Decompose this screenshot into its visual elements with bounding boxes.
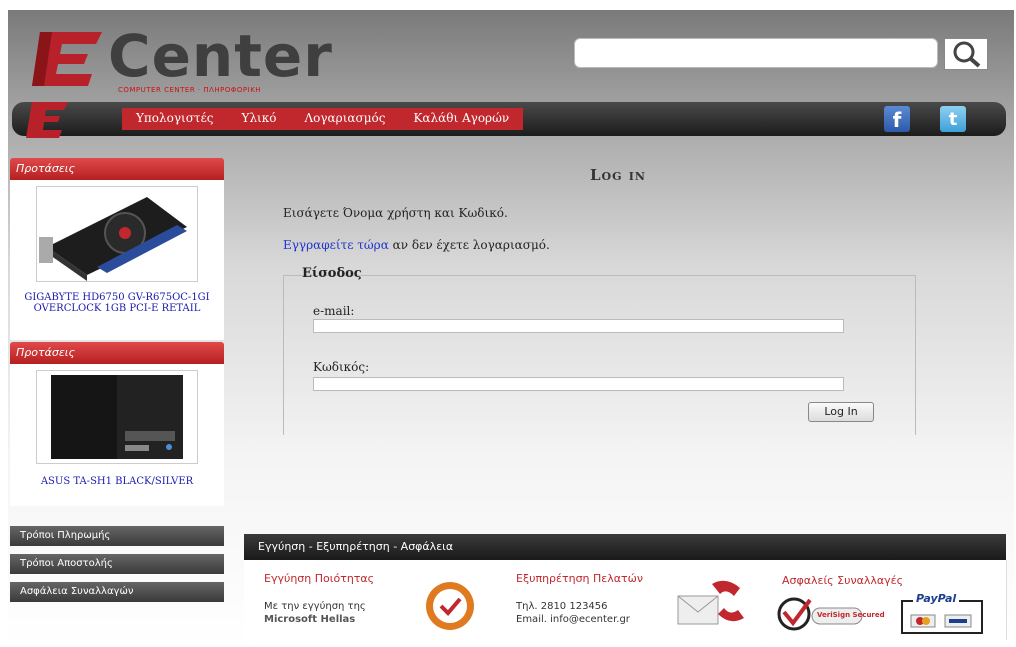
sidebar-link-security[interactable]: Ασφάλεια Συναλλαγών [10,582,224,602]
support-title: Εξυπηρέτηση Πελατών [516,572,643,585]
footer-support-panel: Εξυπηρέτηση Πελατών Τηλ. 2810 123456 Ema… [498,560,757,640]
footer-secure-panel: Ασφαλείς Συναλλαγές VeriSign Secured Pay… [756,560,1007,640]
register-text: αν δεν έχετε λογαριασμό. [388,238,550,252]
logo-text: Center [108,22,333,90]
nav-item-hardware[interactable]: Υλικό [228,108,291,130]
product-image-pc-case[interactable] [36,370,198,464]
support-phone: Τηλ. 2810 123456 [516,601,608,612]
footer-bar-title: Εγγύηση - Εξυπηρέτηση - Ασφάλεια [244,534,1006,560]
navbar-logo-icon[interactable] [26,102,72,138]
password-field[interactable] [313,377,844,391]
product-name-link[interactable]: GIGABYTE HD6750 GV-R675OC-1GI OVERCLOCK … [10,292,224,314]
search-input[interactable] [574,38,938,68]
login-instructions: Εισάγετε Όνομα χρήστη και Κωδικό. [283,206,508,220]
nav-menu: Υπολογιστές Υλικό Λογαριασμός Καλάθι Αγο… [122,108,524,130]
logo-tagline: COMPUTER CENTER · ΠΛΗΡΟΦΟΡΙΚΗ [118,86,262,94]
product-image-graphics-card[interactable] [36,186,198,282]
main-navbar: Υπολογιστές Υλικό Λογαριασμός Καλάθι Αγο… [12,102,1006,138]
product-name-link[interactable]: ASUS TA-SH1 BLACK/SILVER [10,476,224,487]
sidebar-link-shipping[interactable]: Τρόποι Αποστολής [10,554,224,574]
search-icon [953,41,981,68]
nav-item-account[interactable]: Λογαριασμός [290,108,399,130]
sidebar-section-title: Προτάσεις [10,342,224,364]
search-button[interactable] [944,38,988,70]
logo-e-mark-icon [32,32,102,86]
footer-warranty-panel: Εγγύηση Ποιότητας Με την εγγύηση της Mic… [244,560,499,640]
paypal-label: PayPal [913,592,960,605]
facebook-icon[interactable]: f [884,106,910,132]
email-label: e-mail: [313,304,355,318]
nav-item-computers[interactable]: Υπολογιστές [122,108,228,130]
register-link[interactable]: Εγγραφείτε τώρα [283,238,389,252]
sidebar-section-title: Προτάσεις [10,158,224,180]
nav-item-cart[interactable]: Καλάθι Αγορών [399,108,523,130]
login-button[interactable]: Log In [808,402,874,422]
graphics-card-icon [39,197,187,281]
password-label: Κωδικός: [313,360,370,374]
warranty-text-1: Με την εγγύηση της [264,601,366,612]
site-logo[interactable]: Center COMPUTER CENTER · ΠΛΗΡΟΦΟΡΙΚΗ [32,22,372,94]
warranty-seal-icon [426,582,474,630]
paypal-badge: PayPal [901,592,983,634]
login-legend: Είσοδος [302,266,362,281]
phone-envelope-icon [677,580,744,625]
warranty-title: Εγγύηση Ποιότητας [264,572,375,585]
warranty-text-2: Microsoft Hellas [264,614,356,625]
support-email[interactable]: Email. info@ecenter.gr [516,613,630,626]
pc-case-icon [51,375,183,459]
secure-title: Ασφαλείς Συναλλαγές [782,574,904,587]
twitter-icon[interactable]: t [940,106,966,132]
credit-cards-icon [910,614,972,628]
register-line: Εγγραφείτε τώρα αν δεν έχετε λογαριασμό. [283,238,550,252]
sidebar-link-payment[interactable]: Τρόποι Πληρωμής [10,526,224,546]
email-field[interactable] [313,319,844,333]
page-title: Log in [590,166,646,184]
verisign-label: VeriSign Secured [817,611,885,619]
